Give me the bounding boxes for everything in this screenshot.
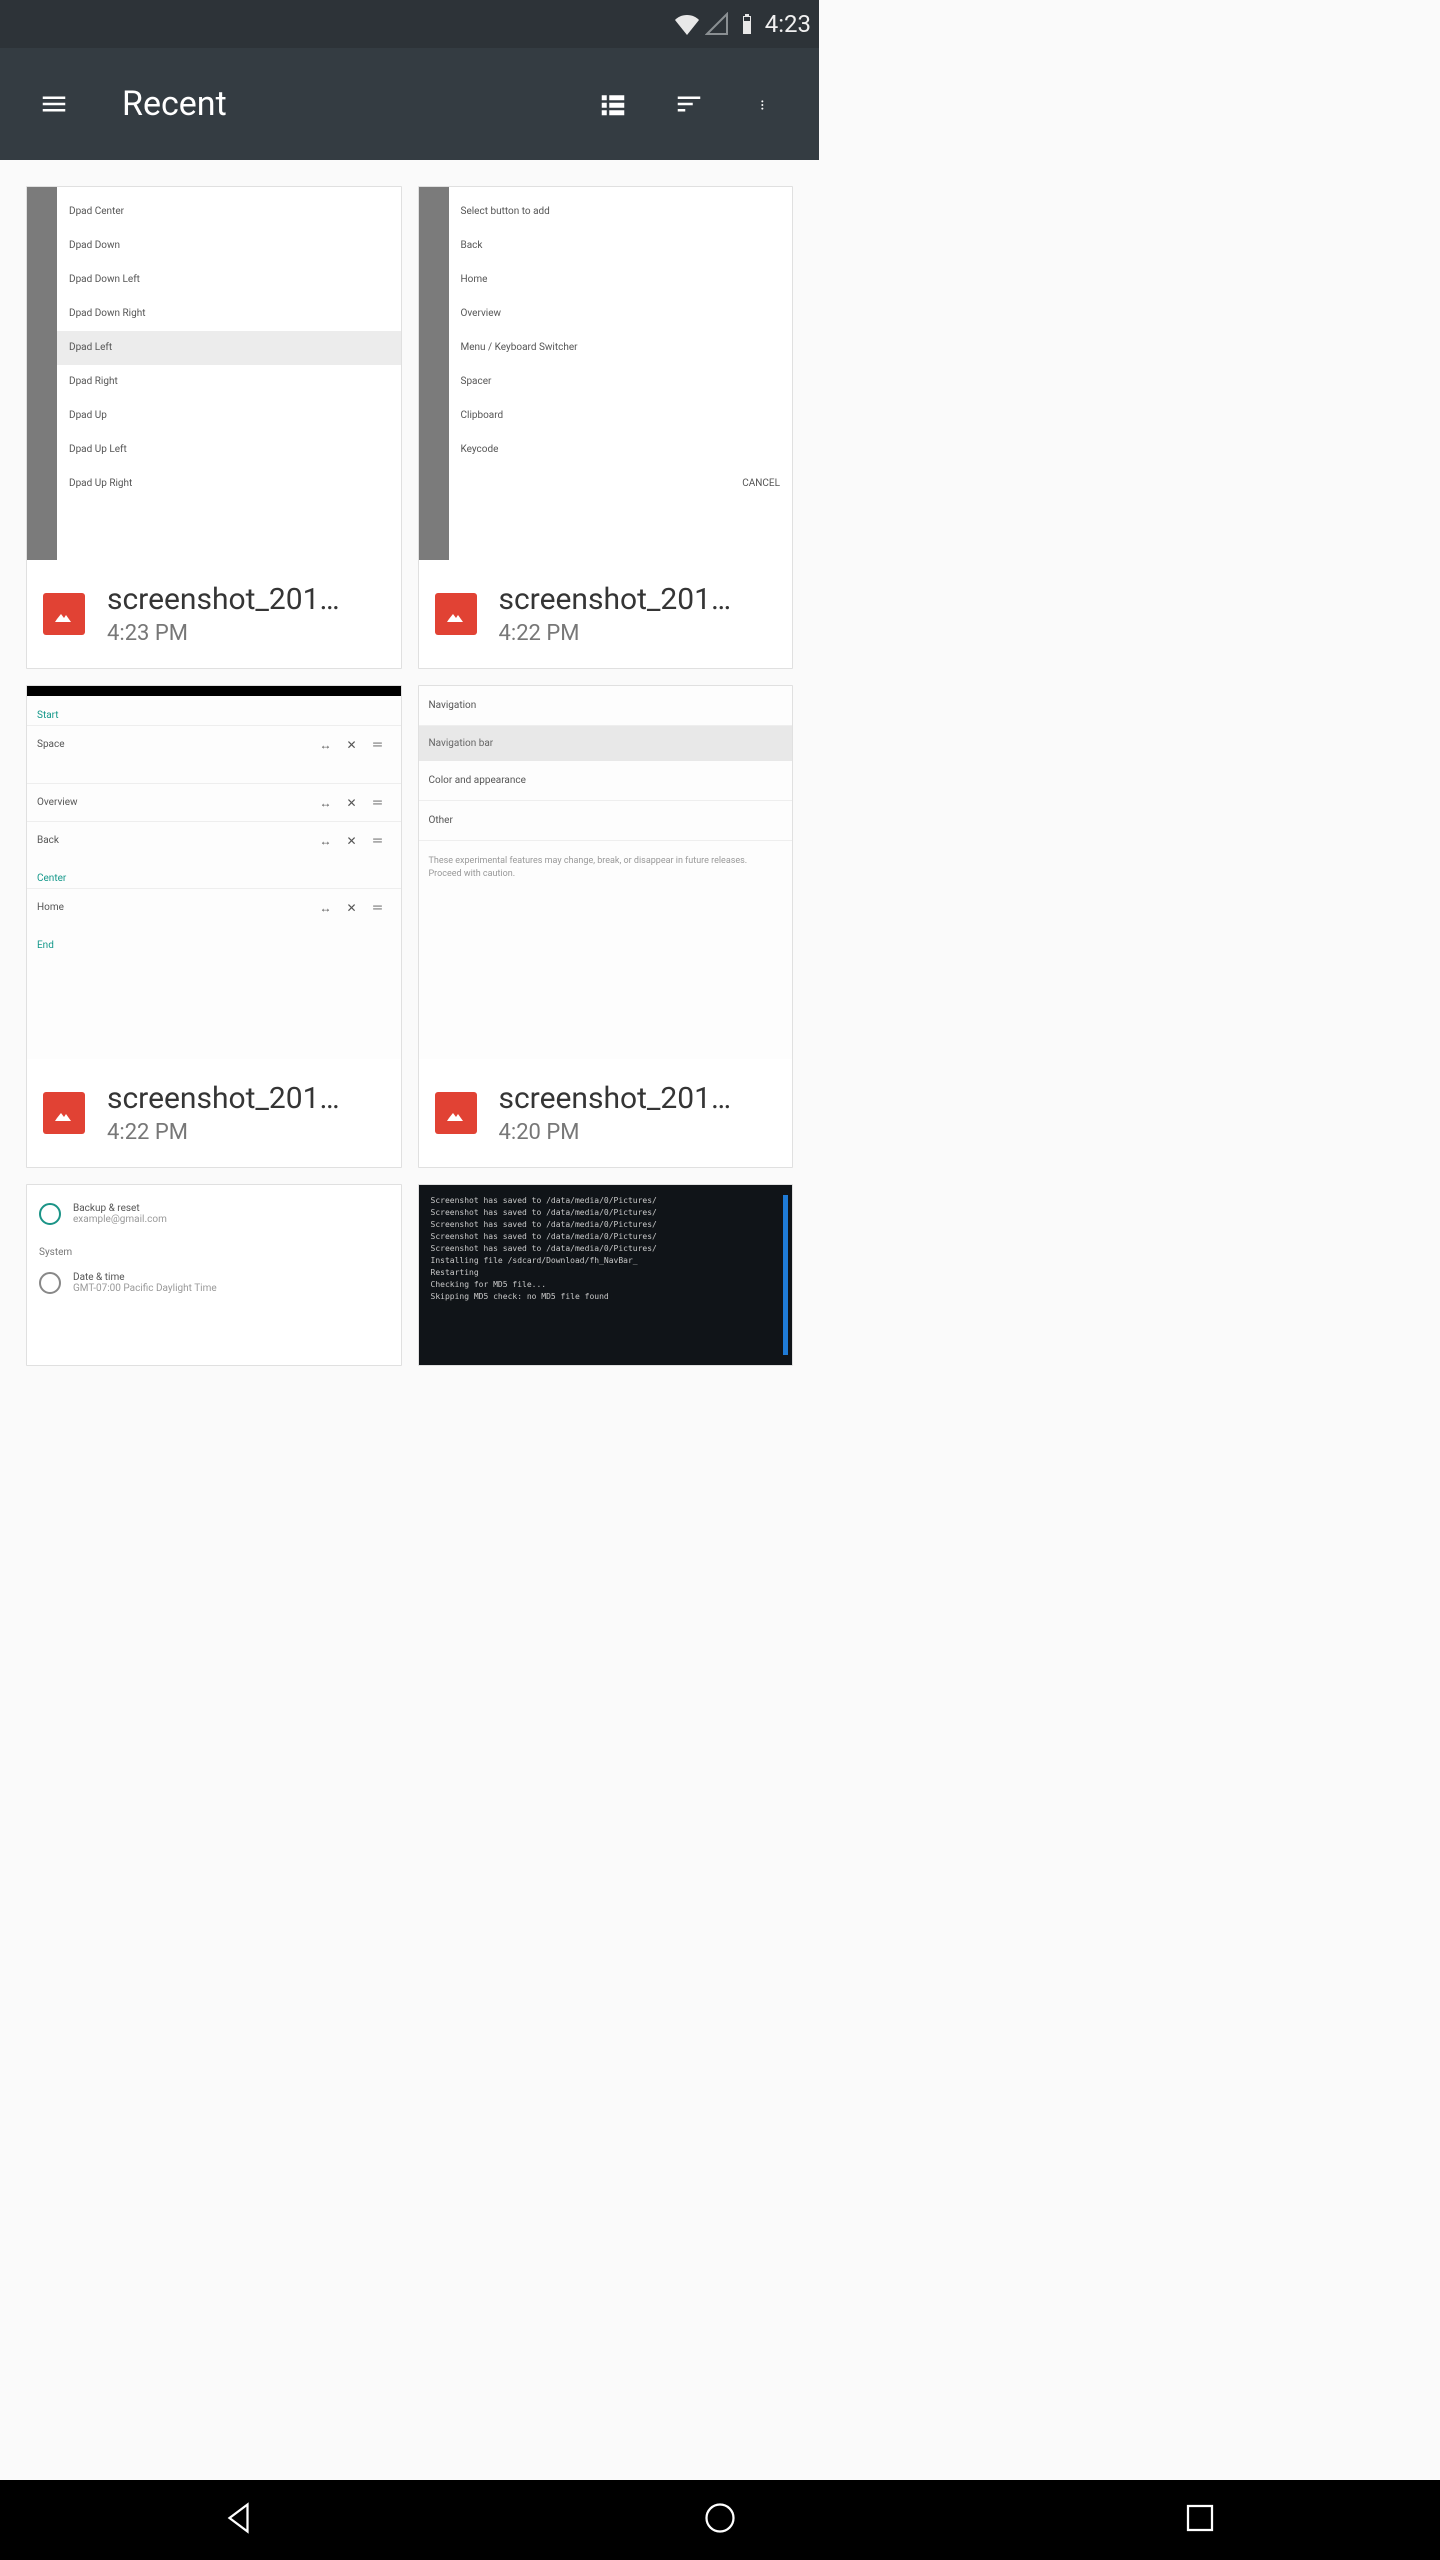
home-button[interactable] bbox=[702, 2500, 738, 2540]
recents-button[interactable] bbox=[1182, 2500, 1218, 2540]
file-thumbnail: Select button to add Back Home Overview … bbox=[419, 187, 793, 560]
page-title: Recent bbox=[122, 84, 575, 124]
view-list-button[interactable] bbox=[589, 80, 637, 128]
overflow-button[interactable] bbox=[741, 80, 789, 128]
image-icon bbox=[43, 593, 85, 635]
home-icon bbox=[702, 2500, 738, 2536]
back-button[interactable] bbox=[222, 2500, 258, 2540]
cell-signal-icon bbox=[705, 12, 729, 36]
file-card[interactable]: Select button to add Back Home Overview … bbox=[418, 186, 794, 669]
file-time: 4:22 PM bbox=[107, 1120, 357, 1145]
wifi-icon bbox=[675, 12, 699, 36]
file-thumbnail: Backup & resetexample@gmail.com System D… bbox=[27, 1185, 401, 1365]
file-time: 4:22 PM bbox=[499, 621, 749, 646]
system-nav-bar bbox=[0, 2480, 1440, 2560]
action-bar: Recent bbox=[0, 48, 819, 160]
file-time: 4:20 PM bbox=[499, 1120, 749, 1145]
battery-icon bbox=[735, 12, 759, 36]
file-card[interactable]: Backup & resetexample@gmail.com System D… bbox=[26, 1184, 402, 1366]
file-name: screenshot_201… bbox=[499, 1081, 749, 1116]
file-card[interactable]: Dpad Center Dpad Down Dpad Down Left Dpa… bbox=[26, 186, 402, 669]
status-time: 4:23 bbox=[765, 10, 811, 38]
file-name: screenshot_201… bbox=[107, 1081, 357, 1116]
hamburger-icon bbox=[39, 89, 69, 119]
file-card[interactable]: Navigation Navigation bar Color and appe… bbox=[418, 685, 794, 1168]
image-icon bbox=[43, 1092, 85, 1134]
file-thumbnail: Screenshot has saved to /data/media/0/Pi… bbox=[419, 1185, 793, 1365]
recents-icon bbox=[1182, 2500, 1218, 2536]
file-thumbnail: Dpad Center Dpad Down Dpad Down Left Dpa… bbox=[27, 187, 401, 560]
file-time: 4:23 PM bbox=[107, 621, 357, 646]
status-bar: 4:23 bbox=[0, 0, 819, 48]
image-icon bbox=[435, 1092, 477, 1134]
file-name: screenshot_201… bbox=[107, 582, 357, 617]
file-name: screenshot_201… bbox=[499, 582, 749, 617]
more-vert-icon bbox=[761, 89, 769, 119]
menu-button[interactable] bbox=[30, 80, 78, 128]
sort-icon bbox=[674, 89, 704, 119]
image-icon bbox=[435, 593, 477, 635]
back-icon bbox=[222, 2500, 258, 2536]
file-thumbnail: Navigation Navigation bar Color and appe… bbox=[419, 686, 793, 1059]
file-thumbnail: Start Space↔✕＝ Overview↔✕＝ Back↔✕＝ Cente… bbox=[27, 686, 401, 1059]
file-card[interactable]: Start Space↔✕＝ Overview↔✕＝ Back↔✕＝ Cente… bbox=[26, 685, 402, 1168]
file-card[interactable]: Screenshot has saved to /data/media/0/Pi… bbox=[418, 1184, 794, 1366]
file-grid: Dpad Center Dpad Down Dpad Down Left Dpa… bbox=[0, 160, 819, 1392]
sort-button[interactable] bbox=[665, 80, 713, 128]
list-view-icon bbox=[598, 89, 628, 119]
